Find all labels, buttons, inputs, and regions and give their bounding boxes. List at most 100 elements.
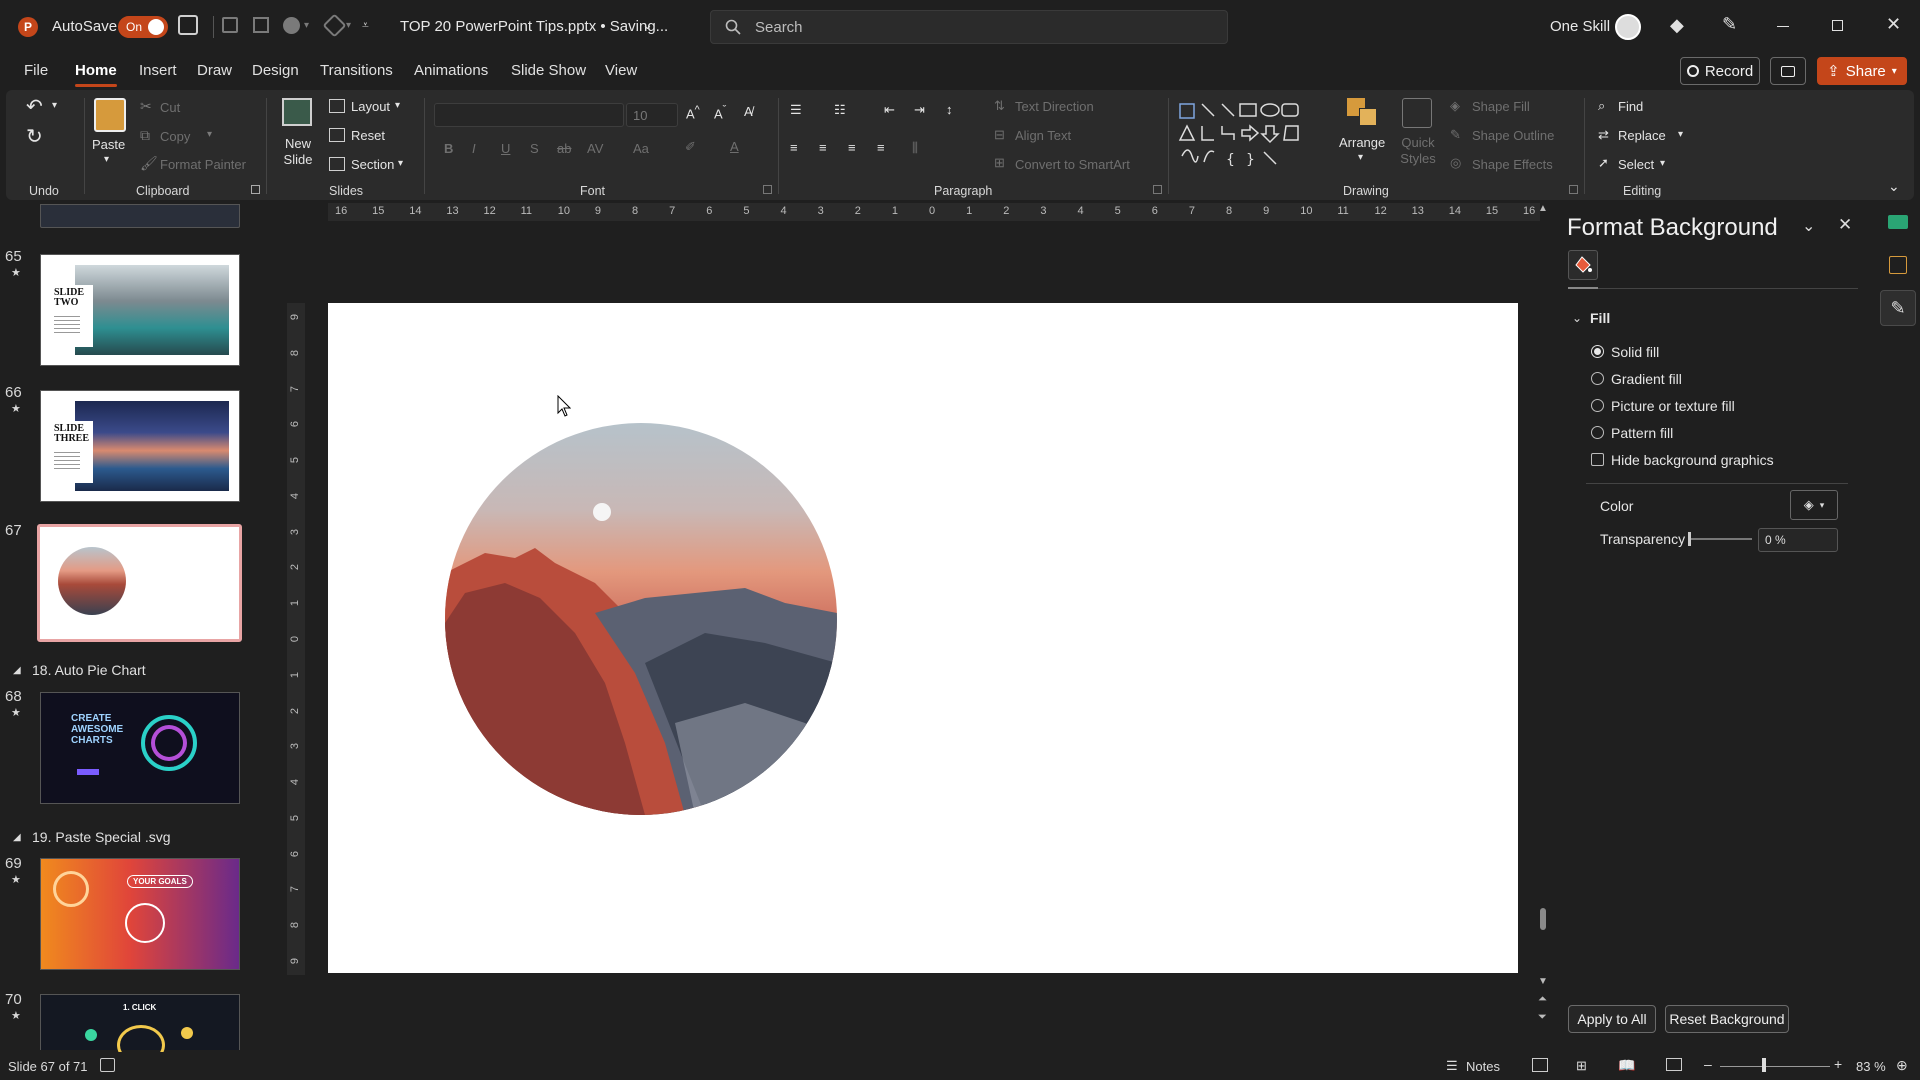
accessibility-icon[interactable] [100, 1058, 115, 1072]
solid-fill-radio[interactable] [1591, 345, 1604, 358]
tab-home[interactable]: Home [75, 62, 117, 79]
comments-button[interactable] [1770, 57, 1806, 85]
gradient-fill-radio[interactable] [1591, 372, 1604, 385]
tab-animations[interactable]: Animations [414, 62, 488, 79]
quick-styles-label[interactable]: Quick Styles [1400, 135, 1436, 167]
shape-fill-icon[interactable]: ◈ [1450, 98, 1460, 114]
color-picker-button[interactable]: ◈ ▾ [1790, 490, 1838, 520]
section-label[interactable]: Section [351, 157, 394, 172]
select-label[interactable]: Select [1618, 157, 1654, 172]
slideshow-view-icon[interactable] [1666, 1058, 1682, 1071]
customize-qat-icon[interactable]: ⩡ [362, 18, 369, 33]
section-collapse-icon[interactable]: ◢ [13, 665, 21, 676]
columns-icon[interactable]: ⫼ [912, 140, 918, 156]
tab-slide-show[interactable]: Slide Show [511, 62, 586, 79]
quick-styles-icon[interactable] [1402, 98, 1432, 128]
hide-graphics-checkbox[interactable] [1591, 453, 1604, 466]
layout-label[interactable]: Layout [351, 99, 390, 114]
close-window-icon[interactable]: ✕ [1886, 14, 1901, 35]
align-text-icon[interactable]: ⊟ [994, 127, 1005, 143]
replace-dropdown-icon[interactable]: ▾ [1678, 129, 1683, 140]
slide-thumbnail-67[interactable] [37, 524, 242, 642]
clear-format-icon[interactable]: A̸ [744, 104, 753, 119]
align-right-icon[interactable]: ≡ [848, 140, 856, 155]
align-text-label[interactable]: Align Text [1015, 128, 1071, 143]
slide-thumbnail-64[interactable] [40, 204, 240, 228]
avatar[interactable] [1615, 14, 1641, 40]
fill-tab-icon[interactable] [1568, 250, 1598, 280]
undo-dropdown-icon[interactable]: ▾ [52, 100, 57, 111]
section-dropdown-icon[interactable]: ▾ [398, 158, 403, 169]
section-icon[interactable] [329, 157, 345, 171]
cut-icon[interactable]: ✂ [140, 98, 152, 115]
format-shape-icon[interactable] [1889, 256, 1907, 274]
arrange-dropdown-icon[interactable]: ▾ [1358, 152, 1363, 163]
format-background-rail-button[interactable]: ✎ [1880, 290, 1916, 326]
qat-dropdown-icon[interactable]: ▾ [304, 20, 309, 31]
zoom-slider-thumb[interactable] [1762, 1058, 1766, 1072]
qat-dropdown-icon[interactable]: ▾ [346, 20, 351, 31]
fill-section-title[interactable]: Fill [1590, 310, 1610, 326]
canvas-scrollbar-thumb[interactable] [1540, 908, 1546, 930]
designer-icon[interactable] [1888, 215, 1908, 229]
increase-indent-icon[interactable]: ⇥ [914, 102, 925, 118]
slide-thumbnail-65[interactable]: SLIDE TWO [40, 254, 240, 366]
pattern-fill-label[interactable]: Pattern fill [1611, 425, 1673, 441]
shape-qat-icon[interactable] [283, 17, 300, 34]
align-left-icon[interactable]: ≡ [790, 140, 798, 155]
underline-icon[interactable]: U [501, 141, 510, 156]
tab-design[interactable]: Design [252, 62, 299, 79]
restore-icon[interactable] [1832, 20, 1843, 31]
find-label[interactable]: Find [1618, 99, 1643, 114]
pane-close-icon[interactable]: ✕ [1838, 215, 1852, 235]
notes-label[interactable]: Notes [1466, 1059, 1500, 1074]
fit-to-window-icon[interactable]: ⊕ [1896, 1057, 1908, 1074]
zoom-slider-track[interactable] [1720, 1066, 1830, 1067]
paste-icon[interactable] [94, 98, 126, 132]
picture-fill-radio[interactable] [1591, 399, 1604, 412]
reading-view-icon[interactable]: 📖 [1618, 1057, 1635, 1074]
format-painter-icon[interactable]: 🖌 [140, 155, 158, 172]
document-title[interactable]: TOP 20 PowerPoint Tips.pptx • Saving... [400, 18, 668, 35]
numbering-icon[interactable]: ☷ [834, 102, 846, 118]
highlight-icon[interactable]: ✐ [685, 139, 696, 155]
character-spacing-icon[interactable]: AV [587, 141, 603, 156]
copy-dropdown-icon[interactable]: ▾ [207, 129, 212, 140]
copy-label[interactable]: Copy [160, 129, 190, 144]
layout-icon[interactable] [329, 99, 345, 113]
ribbon-collapse-icon[interactable]: ⌄ [1888, 178, 1900, 195]
hide-graphics-label[interactable]: Hide background graphics [1611, 452, 1774, 468]
clipboard-launcher-icon[interactable] [251, 185, 260, 194]
cut-label[interactable]: Cut [160, 100, 180, 115]
paste-label[interactable]: Paste [92, 137, 125, 152]
print-icon[interactable] [222, 17, 238, 33]
tab-file[interactable]: File [24, 62, 48, 79]
text-direction-icon[interactable]: ⇅ [994, 98, 1005, 114]
canvas-scroll-up-icon[interactable]: ▲ [1538, 203, 1548, 214]
tab-transitions[interactable]: Transitions [320, 62, 393, 79]
zoom-level[interactable]: 83 % [1856, 1059, 1886, 1074]
bullets-icon[interactable]: ☰ [790, 102, 802, 118]
drawing-launcher-icon[interactable] [1569, 185, 1578, 194]
new-slide-label[interactable]: New Slide [278, 136, 318, 168]
pane-options-chevron-icon[interactable]: ⌄ [1802, 216, 1815, 236]
slide-thumbnail-69[interactable]: YOUR GOALS [40, 858, 240, 970]
horizontal-ruler[interactable]: 16 15 14 13 12 11 10 9 8 7 6 5 4 3 2 1 0 1 2 3 4 5 6 7 8 9 10 11 12 1… [328, 203, 1540, 221]
redo-icon[interactable]: ↻ [26, 124, 43, 149]
transparency-input[interactable]: 0 % [1758, 528, 1838, 552]
italic-icon[interactable]: I [472, 141, 476, 156]
font-name-box[interactable] [434, 103, 624, 127]
justify-icon[interactable]: ≡ [877, 140, 885, 155]
shape-fill-label[interactable]: Shape Fill [1472, 99, 1530, 114]
new-slide-icon[interactable] [282, 98, 312, 126]
decrease-font-icon[interactable]: Aˇ [714, 104, 726, 121]
paste-dropdown-icon[interactable]: ▾ [104, 154, 109, 165]
format-painter-label[interactable]: Format Painter [160, 157, 246, 172]
layout-qat-icon[interactable] [253, 17, 269, 33]
record-button[interactable]: Record [1680, 57, 1760, 85]
find-icon[interactable]: ⌕ [1598, 98, 1605, 114]
gradient-fill-label[interactable]: Gradient fill [1611, 371, 1682, 387]
slide-thumbnail-70[interactable]: 1. CLICK [40, 994, 240, 1065]
align-center-icon[interactable]: ≡ [819, 140, 827, 155]
save-icon[interactable] [178, 15, 198, 35]
